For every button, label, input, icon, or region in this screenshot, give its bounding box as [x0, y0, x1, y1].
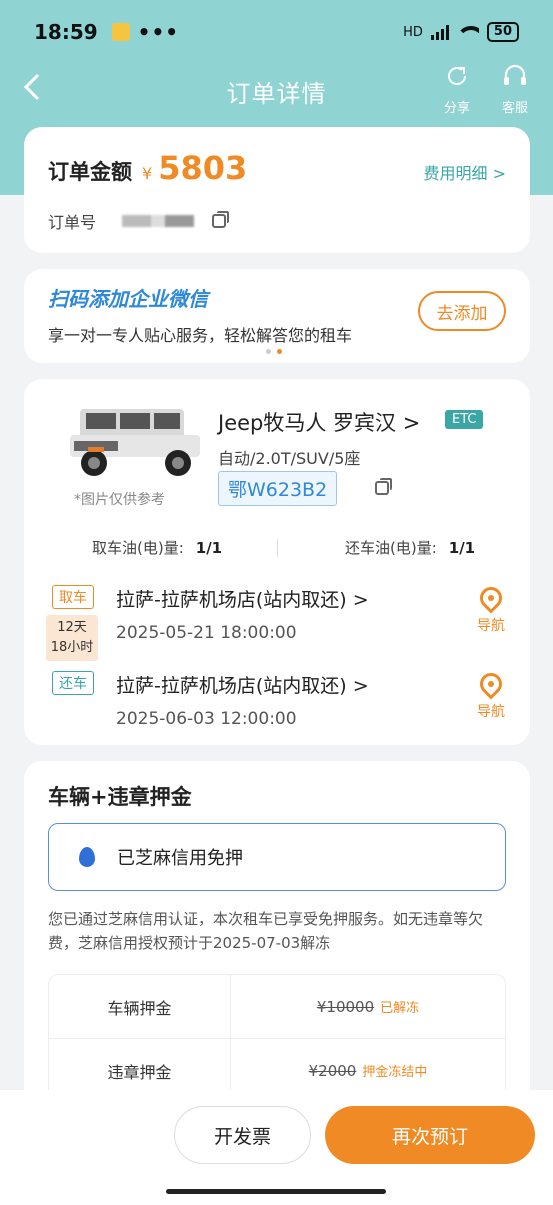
return-stop: 还车 拉萨-拉萨机场店(站内取还) > 2025-06-03 12:00:00 …: [24, 668, 530, 733]
return-tag: 还车: [52, 671, 94, 695]
notification-icon: [111, 23, 130, 41]
deposit-amount: ¥2000: [308, 1061, 357, 1080]
sesame-credit-box: 已芝麻信用免押: [48, 823, 506, 891]
navigate-label: 导航: [477, 618, 505, 634]
wifi-icon: [456, 24, 479, 40]
pickup-place-link[interactable]: 拉萨-拉萨机场店(站内取还) >: [116, 585, 369, 612]
fuel-row: 取车油(电)量: 1/1 还车油(电)量: 1/1: [24, 537, 530, 558]
sesame-drop-icon: [79, 847, 95, 867]
nav-bar: 订单详情 分享 客服: [0, 64, 553, 118]
navigate-label: 导航: [477, 704, 505, 720]
divider: [277, 539, 278, 557]
copy-plate-icon[interactable]: [375, 478, 392, 495]
car-spec: 自动/2.0T/SUV/5座: [218, 449, 361, 468]
rental-duration-badge: 12天 18小时: [46, 615, 98, 661]
page-title: 订单详情: [226, 79, 327, 108]
headset-icon: [495, 64, 535, 97]
share-icon: [437, 64, 477, 97]
customer-service-button[interactable]: 客服: [495, 64, 535, 116]
status-bar: 18:59 ••• HD 50: [0, 0, 553, 64]
copy-icon[interactable]: [212, 211, 230, 228]
order-amount-card: 订单金额 ¥ 5803 费用明细 > 订单号: [24, 127, 530, 253]
image-note: *图片仅供参考: [74, 492, 165, 508]
more-notifications-icon: •••: [137, 20, 180, 44]
fuel-return-value: 1/1: [448, 539, 476, 557]
sesame-text: 已芝麻信用免押: [117, 848, 243, 869]
location-pin-icon: [475, 668, 507, 700]
pickup-navigate-button[interactable]: 导航: [474, 582, 508, 635]
deposit-name: 车辆押金: [49, 975, 231, 1038]
invoice-button[interactable]: 开发票: [174, 1106, 311, 1164]
amount-currency: ¥: [142, 164, 153, 183]
duration-days: 12天: [57, 620, 87, 635]
return-place-link[interactable]: 拉萨-拉萨机场店(站内取还) >: [116, 671, 369, 698]
amount-label: 订单金额: [48, 160, 132, 184]
signal-icon: [430, 24, 449, 40]
license-plate: 鄂W623B2: [218, 471, 338, 506]
deposit-description: 您已通过芝麻信用认证，本次租车已享受免押服务。如无违章等欠费，芝麻信用授权预计于…: [48, 910, 484, 952]
bottom-action-bar: 开发票 再次预订: [0, 1090, 553, 1205]
location-pin-icon: [475, 582, 507, 614]
car-name-link[interactable]: Jeep牧马人 罗宾汉 >: [218, 407, 420, 437]
deposit-amount: ¥10000: [316, 997, 375, 1016]
fuel-pick-label: 取车油(电)量:: [92, 539, 184, 557]
status-time: 18:59: [34, 20, 98, 44]
etc-badge: ETC: [445, 410, 484, 429]
pickup-tag: 取车: [52, 585, 94, 609]
back-button[interactable]: [22, 72, 58, 108]
add-wechat-button[interactable]: 去添加: [418, 291, 506, 331]
service-label: 客服: [501, 101, 528, 116]
banner-pager: [266, 349, 282, 354]
wechat-banner[interactable]: 扫码添加企业微信 享一对一专人贴心服务，轻松解答您的租车 去添加: [24, 269, 530, 363]
rebook-button[interactable]: 再次预订: [325, 1106, 535, 1164]
deposit-card: 车辆+违章押金 已芝麻信用免押 您已通过芝麻信用认证，本次租车已享受免押服务。如…: [24, 761, 530, 1121]
car-image: [70, 409, 200, 476]
fuel-pick-value: 1/1: [195, 539, 223, 557]
home-indicator[interactable]: [166, 1189, 386, 1194]
fee-detail-link[interactable]: 费用明细 >: [424, 160, 507, 184]
pickup-stop: 取车 拉萨-拉萨机场店(站内取还) > 2025-05-21 18:00:00 …: [24, 582, 530, 647]
deposit-table: 车辆押金 ¥10000 已解冻 违章押金 ¥2000 押金冻结中: [48, 974, 506, 1104]
deposit-status: 押金冻结中: [362, 1065, 428, 1080]
fuel-return-label: 还车油(电)量:: [345, 539, 437, 557]
return-navigate-button[interactable]: 导航: [474, 668, 508, 721]
duration-hours: 18小时: [50, 640, 94, 655]
car-info-card: *图片仅供参考 Jeep牧马人 罗宾汉 > ETC 自动/2.0T/SUV/5座…: [24, 379, 530, 745]
order-number-masked: [122, 215, 195, 227]
return-time: 2025-06-03 12:00:00: [116, 709, 297, 729]
battery-icon: 50: [486, 22, 519, 42]
share-button[interactable]: 分享: [437, 64, 477, 116]
network-label: HD: [403, 24, 423, 40]
order-number-label: 订单号: [48, 213, 97, 232]
amount-value: 5803: [158, 149, 248, 187]
deposit-title: 车辆+违章押金: [48, 785, 192, 809]
table-row: 车辆押金 ¥10000 已解冻: [49, 975, 505, 1039]
pickup-time: 2025-05-21 18:00:00: [116, 623, 297, 643]
share-label: 分享: [443, 101, 470, 116]
chevron-left-icon: [23, 73, 40, 101]
deposit-status: 已解冻: [380, 1001, 420, 1016]
